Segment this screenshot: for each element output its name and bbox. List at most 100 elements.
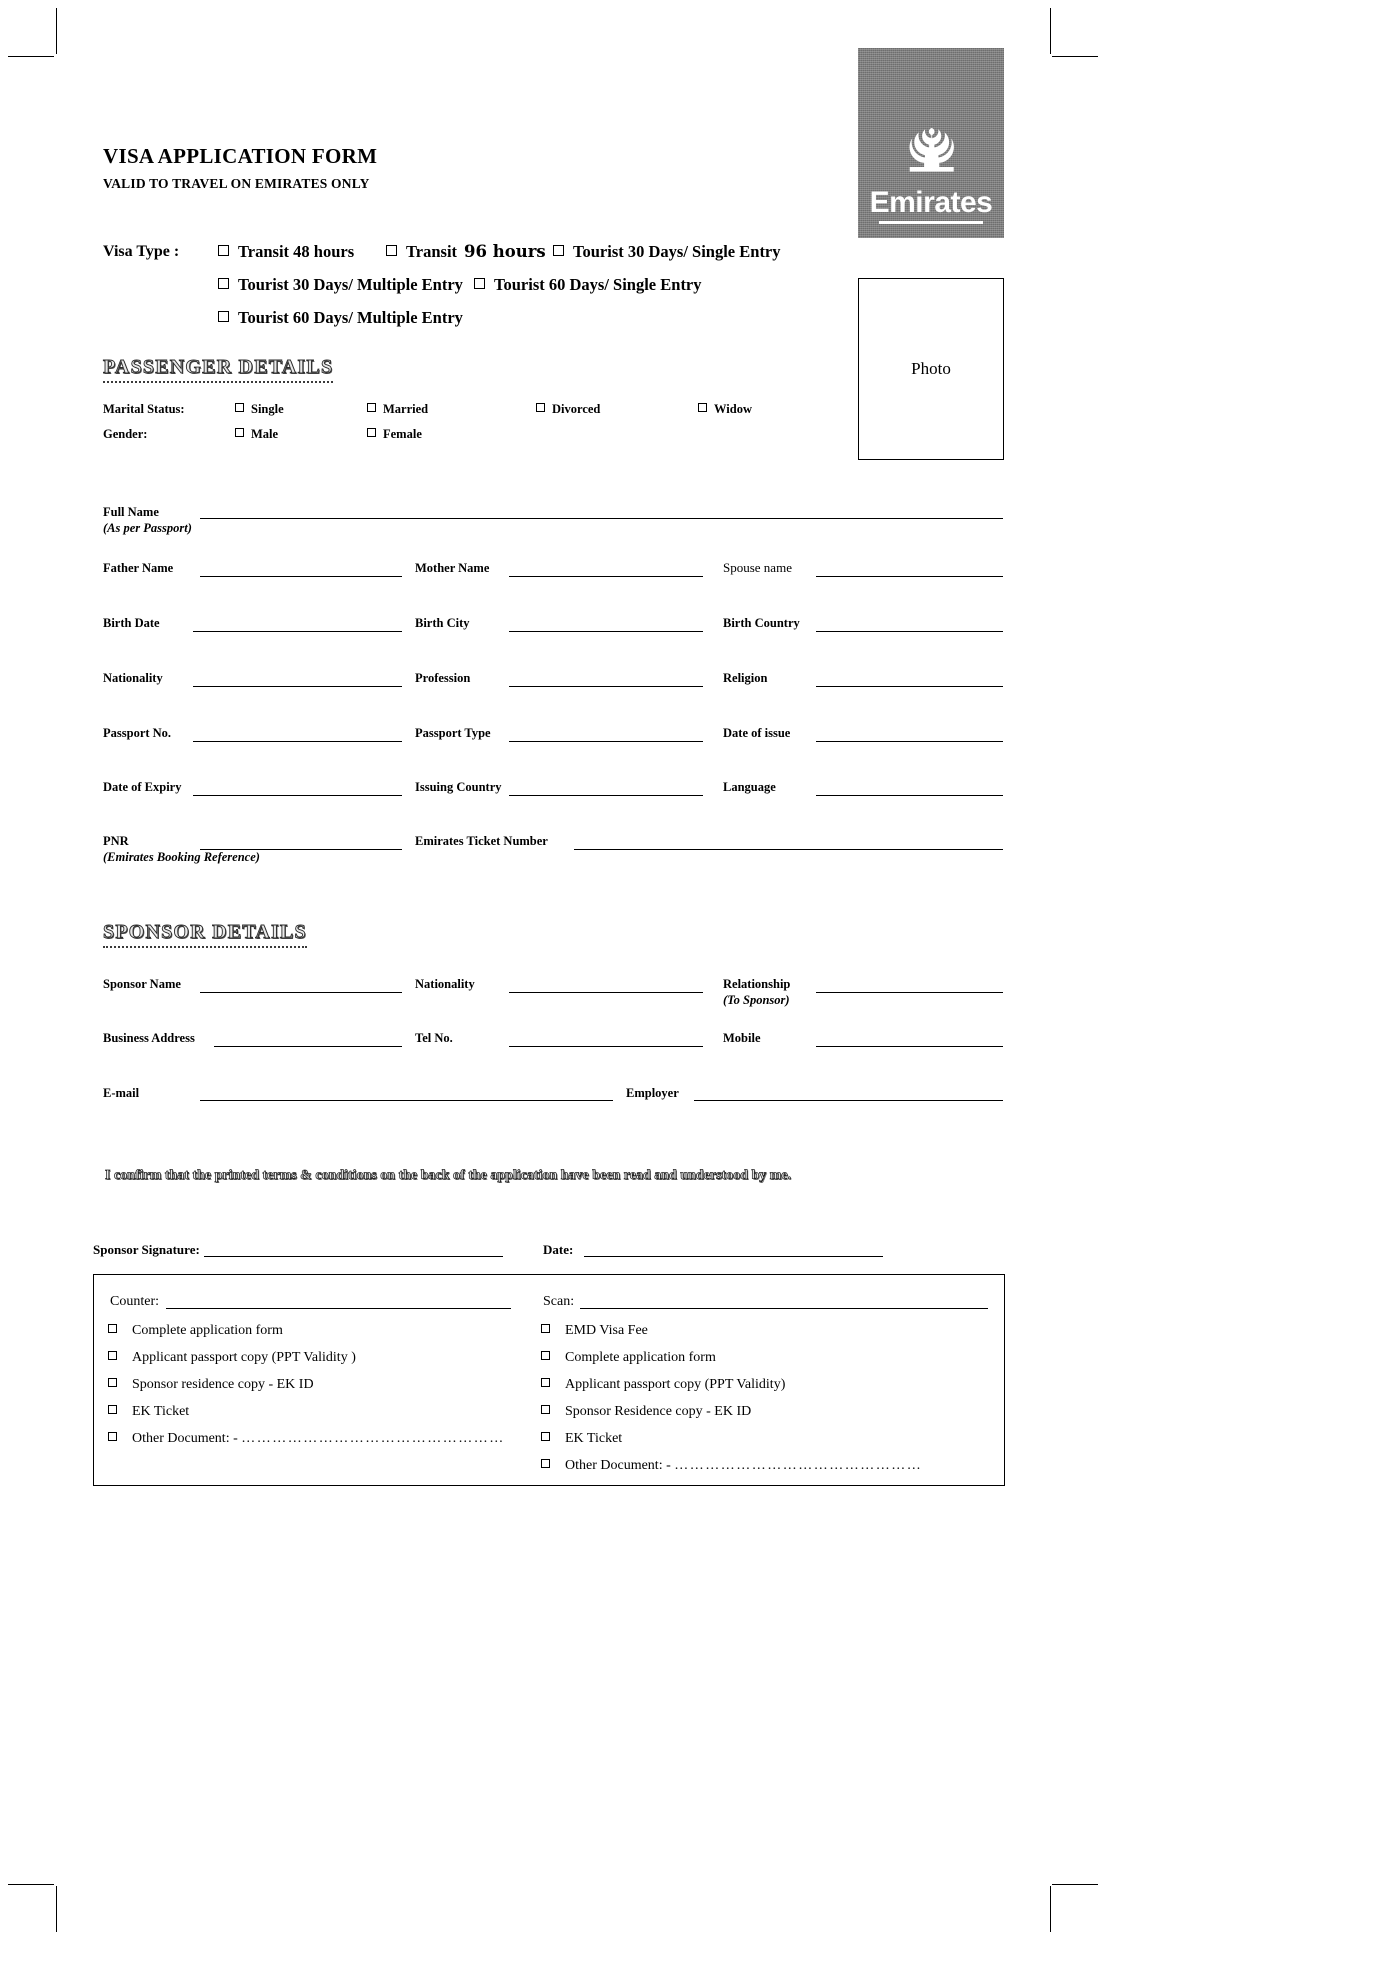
counter-item-label: Sponsor residence copy - EK ID	[132, 1377, 314, 1392]
sponsor-signature-input-line[interactable]	[204, 1256, 503, 1257]
issuing-country-label: Issuing Country	[415, 780, 502, 794]
scan-checklist-item-2[interactable]: Complete application form	[541, 1350, 716, 1366]
mother-name-input-line[interactable]	[509, 576, 703, 577]
checkbox-male-icon[interactable]	[235, 428, 244, 437]
date-label: Date:	[543, 1242, 574, 1257]
checkbox-tourist-30-single-icon[interactable]	[553, 245, 564, 256]
checkbox-tourist-60-single-icon[interactable]	[474, 278, 485, 289]
visa-type-option-tourist-30-multiple[interactable]: Tourist 30 Days/ Multiple Entry	[218, 275, 463, 295]
visa-application-form-page: Emirates VISA APPLICATION FORM VALID TO …	[0, 0, 1388, 1961]
marital-option-divorced[interactable]: Divorced	[536, 402, 600, 417]
full-name-label: Full Name	[103, 505, 159, 519]
checkbox-counter-sponsor-residence-icon[interactable]	[108, 1378, 117, 1387]
date-of-issue-input-line[interactable]	[816, 741, 1003, 742]
scan-other-document-dots[interactable]: …………………………………………	[674, 1458, 922, 1473]
birth-city-input-line[interactable]	[509, 631, 703, 632]
religion-input-line[interactable]	[816, 686, 1003, 687]
marital-option-single[interactable]: Single	[235, 402, 284, 417]
nationality-input-line[interactable]	[193, 686, 402, 687]
sponsor-nationality-label: Nationality	[415, 977, 475, 991]
counter-input-line[interactable]	[166, 1308, 511, 1309]
spouse-name-input-line[interactable]	[816, 576, 1003, 577]
checkbox-counter-other-document-icon[interactable]	[108, 1432, 117, 1441]
logo-underline	[879, 221, 983, 224]
checkbox-counter-passport-copy-icon[interactable]	[108, 1351, 117, 1360]
visa-type-option-tourist-30-single[interactable]: Tourist 30 Days/ Single Entry	[553, 242, 781, 262]
counter-checklist-item-1[interactable]: Complete application form	[108, 1323, 283, 1339]
gender-option-male[interactable]: Male	[235, 427, 278, 442]
language-input-line[interactable]	[816, 795, 1003, 796]
business-address-input-line[interactable]	[214, 1046, 402, 1047]
counter-checklist-item-2[interactable]: Applicant passport copy (PPT Validity )	[108, 1350, 356, 1366]
checkbox-single-icon[interactable]	[235, 403, 244, 412]
mobile-input-line[interactable]	[816, 1046, 1003, 1047]
relationship-input-line[interactable]	[816, 992, 1003, 993]
profession-input-line[interactable]	[509, 686, 703, 687]
scan-checklist-item-3[interactable]: Applicant passport copy (PPT Validity)	[541, 1377, 785, 1393]
issuing-country-input-line[interactable]	[509, 795, 703, 796]
birth-country-input-line[interactable]	[816, 631, 1003, 632]
gender-option-female[interactable]: Female	[367, 427, 422, 442]
checkbox-female-icon[interactable]	[367, 428, 376, 437]
checkbox-divorced-icon[interactable]	[536, 403, 545, 412]
checkbox-scan-sponsor-residence-icon[interactable]	[541, 1405, 550, 1414]
visa-type-option-transit-48[interactable]: Transit 48 hours	[218, 242, 354, 262]
visa-type-option-transit-96[interactable]: Transit 96 hours	[386, 242, 546, 262]
passport-no-input-line[interactable]	[193, 741, 402, 742]
checkbox-scan-ek-ticket-icon[interactable]	[541, 1432, 550, 1441]
counter-checklist-item-4[interactable]: EK Ticket	[108, 1404, 189, 1420]
scan-checklist-item-6[interactable]: Other Document: - …………………………………………	[541, 1458, 922, 1474]
checkbox-counter-ek-ticket-icon[interactable]	[108, 1405, 117, 1414]
employer-label: Employer	[626, 1086, 679, 1100]
sponsor-name-input-line[interactable]	[200, 992, 402, 993]
pnr-input-line[interactable]	[200, 849, 402, 850]
full-name-input-line[interactable]	[200, 518, 1003, 519]
tel-no-input-line[interactable]	[509, 1046, 703, 1047]
checkbox-transit-48-icon[interactable]	[218, 245, 229, 256]
tel-no-label: Tel No.	[415, 1031, 453, 1045]
visa-type-option-tourist-60-multiple[interactable]: Tourist 60 Days/ Multiple Entry	[218, 308, 463, 328]
counter-other-document-dots[interactable]: ……………………………………………	[241, 1431, 505, 1446]
checkbox-counter-complete-form-icon[interactable]	[108, 1324, 117, 1333]
checkbox-scan-emd-visa-fee-icon[interactable]	[541, 1324, 550, 1333]
scan-checklist-item-5[interactable]: EK Ticket	[541, 1431, 622, 1447]
checkbox-scan-passport-copy-icon[interactable]	[541, 1378, 550, 1387]
scan-input-line[interactable]	[580, 1308, 988, 1309]
scan-checklist-item-4[interactable]: Sponsor Residence copy - EK ID	[541, 1404, 751, 1420]
date-input-line[interactable]	[584, 1256, 883, 1257]
counter-checklist-item-5[interactable]: Other Document: - ……………………………………………	[108, 1431, 505, 1447]
passport-type-input-line[interactable]	[509, 741, 703, 742]
marital-option-label: Single	[251, 402, 284, 416]
photo-placeholder-box: Photo	[858, 278, 1004, 460]
language-label: Language	[723, 780, 776, 794]
business-address-label: Business Address	[103, 1031, 195, 1045]
emirates-ticket-number-input-line[interactable]	[574, 849, 1003, 850]
birth-date-input-line[interactable]	[193, 631, 402, 632]
scan-checklist-item-1[interactable]: EMD Visa Fee	[541, 1323, 648, 1339]
checkbox-widow-icon[interactable]	[698, 403, 707, 412]
date-of-expiry-label: Date of Expiry	[103, 780, 182, 794]
counter-checklist-item-3[interactable]: Sponsor residence copy - EK ID	[108, 1377, 314, 1393]
mother-name-label: Mother Name	[415, 561, 490, 575]
checkbox-tourist-60-multiple-icon[interactable]	[218, 311, 229, 322]
checkbox-scan-other-document-icon[interactable]	[541, 1459, 550, 1468]
email-input-line[interactable]	[200, 1100, 613, 1101]
marital-option-married[interactable]: Married	[367, 402, 428, 417]
checkbox-scan-complete-form-icon[interactable]	[541, 1351, 550, 1360]
sponsor-nationality-input-line[interactable]	[509, 992, 703, 993]
gender-option-label: Male	[251, 427, 279, 441]
marital-option-widow[interactable]: Widow	[698, 402, 752, 417]
crop-mark-top-right-v	[1050, 8, 1051, 54]
date-of-expiry-input-line[interactable]	[193, 795, 402, 796]
visa-type-label: Visa Type :	[103, 243, 180, 260]
visa-type-option-tourist-60-single[interactable]: Tourist 60 Days/ Single Entry	[474, 275, 702, 295]
checkbox-tourist-30-multiple-icon[interactable]	[218, 278, 229, 289]
father-name-input-line[interactable]	[200, 576, 402, 577]
emirates-ticket-number-label: Emirates Ticket Number	[415, 834, 548, 848]
counter-item-label: EK Ticket	[132, 1404, 190, 1419]
checkbox-transit-96-icon[interactable]	[386, 245, 397, 256]
scan-item-label: Applicant passport copy (PPT Validity)	[565, 1377, 786, 1392]
checkbox-married-icon[interactable]	[367, 403, 376, 412]
employer-input-line[interactable]	[694, 1100, 1003, 1101]
marital-option-label: Divorced	[552, 402, 601, 416]
